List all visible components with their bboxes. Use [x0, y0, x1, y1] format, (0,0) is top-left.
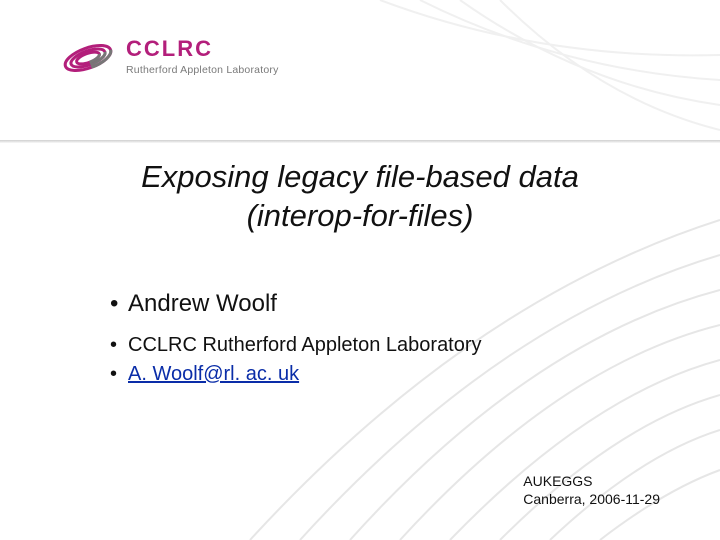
email-link[interactable]: A. Woolf@rl. ac. uk — [128, 363, 299, 385]
author-text: Andrew Woolf — [128, 290, 277, 317]
bullet-author: Andrew Woolf — [110, 290, 630, 318]
bullet-email: A. Woolf@rl. ac. uk — [110, 363, 630, 386]
bullet-affiliation: CCLRC Rutherford Appleton Laboratory — [110, 334, 630, 357]
footer: AUKEGGS Canberra, 2006-11-29 — [523, 473, 660, 508]
bullet-list: Andrew Woolf CCLRC Rutherford Appleton L… — [110, 290, 630, 392]
footer-event: AUKEGGS — [523, 473, 660, 491]
slide: CCLRC Rutherford Appleton Laboratory Exp… — [0, 0, 720, 540]
header: CCLRC Rutherford Appleton Laboratory — [0, 0, 720, 140]
logo-name: CCLRC — [126, 36, 279, 62]
logo-mark-icon — [60, 30, 116, 86]
logo-subtitle: Rutherford Appleton Laboratory — [126, 64, 279, 76]
title-line-2: (interop-for-files) — [0, 197, 720, 236]
title: Exposing legacy file-based data (interop… — [0, 158, 720, 236]
logo-text: CCLRC Rutherford Appleton Laboratory — [126, 36, 279, 76]
affiliation-text: CCLRC Rutherford Appleton Laboratory — [128, 334, 482, 356]
footer-place-date: Canberra, 2006-11-29 — [523, 491, 660, 509]
header-divider — [0, 140, 720, 142]
title-line-1: Exposing legacy file-based data — [0, 158, 720, 197]
logo: CCLRC Rutherford Appleton Laboratory — [60, 30, 380, 110]
